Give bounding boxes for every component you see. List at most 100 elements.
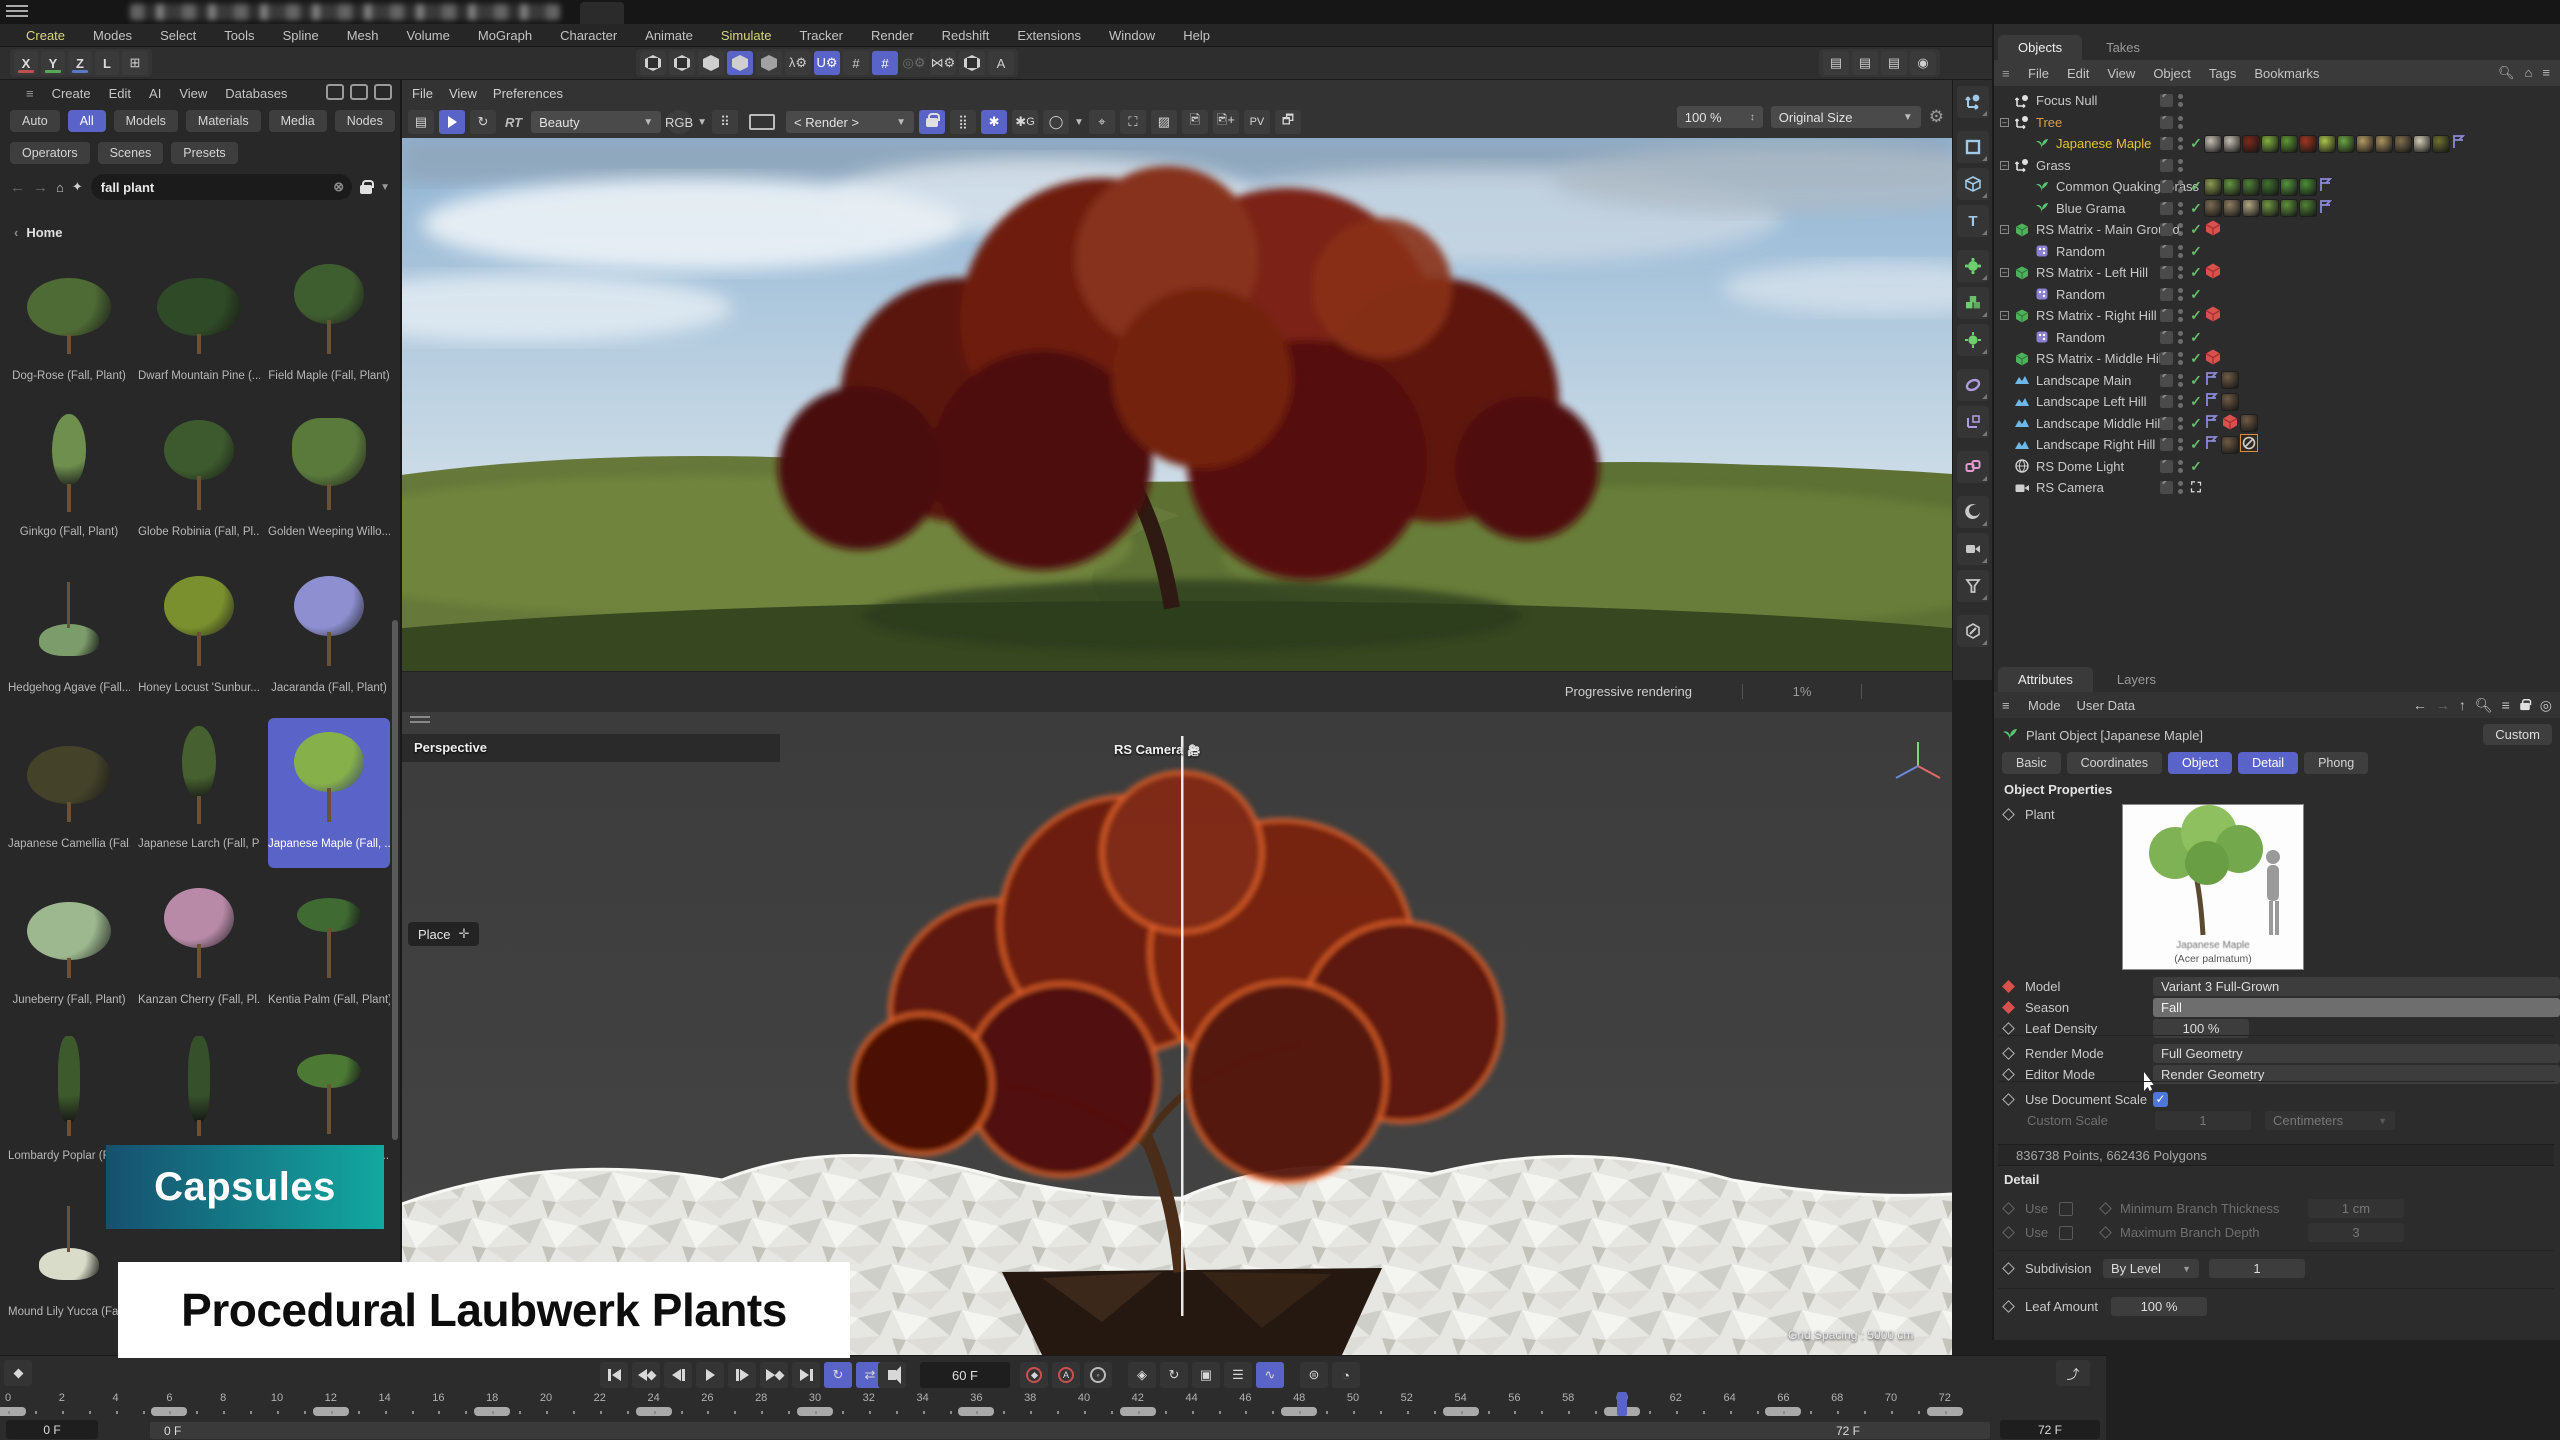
goto-start-icon[interactable] [600,1362,628,1388]
enabled-check-icon[interactable]: ✓ [2188,200,2204,217]
search-icon[interactable]: 🔍︎ [2498,65,2515,81]
object-row-landscape-middle-hill-15[interactable]: Landscape Middle Hill✓ [1994,413,2560,434]
asset-item-ginkgo-fall-plant[interactable]: Ginkgo (Fall, Plant) [8,406,130,556]
dither-grid-icon[interactable]: ⠿ [712,110,738,134]
attr-value-minimum-branch-thickness[interactable]: 1 cm [2308,1199,2404,1218]
pass-select[interactable]: Beauty▼ [531,111,661,133]
text-icon[interactable]: T [1957,205,1989,237]
attr-value-season[interactable]: Fall [2153,998,2560,1017]
section-header[interactable]: ‹Home [0,220,400,244]
edit-toggle-icon[interactable] [2160,352,2173,365]
object-row-random-11[interactable]: Random✓ [1994,327,2560,348]
plant-preview-thumbnail[interactable]: Japanese Maple (Acer palmatum) [2122,804,2304,970]
grid-snapshot-icon[interactable]: ⣿ [950,110,976,134]
menu-mograph[interactable]: MoGraph [478,28,532,43]
expand-toggle-icon[interactable]: – [2000,161,2009,170]
object-row-rs-camera-18[interactable]: RS Camera⛶ [1994,477,2560,498]
edit-toggle-icon[interactable] [2160,266,2173,279]
asset-item-japanese-larch-fall-pl[interactable]: Japanese Larch (Fall, Pl... [138,718,260,868]
visibility-dots[interactable] [2178,352,2183,365]
annotation-flag-icon[interactable] [2318,177,2334,196]
search-icon[interactable]: 🔍︎ [2475,697,2493,714]
mode-menu[interactable]: Mode [2028,698,2061,713]
expand-toggle-icon[interactable]: – [2000,311,2009,320]
circle-select-icon[interactable]: ◯ [1043,110,1069,134]
edit-toggle-icon[interactable] [2160,94,2173,107]
visibility-dots[interactable] [2178,331,2183,344]
timeline-key-marker[interactable] [0,1407,26,1416]
goto-end-icon[interactable] [792,1362,820,1388]
grid-lock-icon[interactable]: # [872,51,898,75]
expand-toggle-icon[interactable]: – [2000,268,2009,277]
menu-help[interactable]: Help [1183,28,1210,43]
loop-playback-icon[interactable]: ↻ [824,1362,852,1388]
menu-volume[interactable]: Volume [407,28,450,43]
annotation-flag-icon[interactable] [2204,392,2220,411]
edit-toggle-icon[interactable] [2160,331,2173,344]
menu-animate[interactable]: Animate [645,28,693,43]
material-sphere-icon[interactable]: ◉ [1910,51,1936,75]
object-row-common-quaking-grass-4[interactable]: Common Quaking Grass✓ [1994,176,2560,197]
material-tag[interactable] [2261,199,2279,217]
snowflake-g-icon[interactable]: ✱G [1012,110,1038,134]
next-key-icon[interactable] [760,1362,788,1388]
attr-value-render-mode[interactable]: Full Geometry [2153,1044,2560,1063]
object-row-grass-3[interactable]: –Grass [1994,155,2560,176]
filmstrip-icon[interactable]: ▤ [408,110,434,134]
picture-viewer-icon[interactable]: PV [1244,110,1270,134]
menu-tracker[interactable]: Tracker [799,28,843,43]
generator-gear-icon[interactable] [1957,324,1989,356]
menu-mesh[interactable]: Mesh [347,28,379,43]
enabled-check-icon[interactable]: ✓ [2188,415,2204,432]
viewport-splitter-handle[interactable] [410,716,430,724]
render-select[interactable]: < Render >▼ [786,111,914,133]
image-add-icon[interactable]: 🖻+ [1213,110,1239,134]
timeline-range-bar[interactable]: 0 F 72 F [150,1422,1990,1439]
menu-tools[interactable]: Tools [224,28,254,43]
object-row-random-9[interactable]: Random✓ [1994,284,2560,305]
deformer-axis-icon[interactable] [1957,406,1989,438]
back-icon[interactable]: ← [10,179,25,196]
filter-media[interactable]: Media [269,110,327,132]
key-pla-icon[interactable]: ∿ [1256,1362,1284,1388]
character-gear-icon[interactable]: λ⚙ [785,51,811,75]
render-menu-view[interactable]: View [449,86,477,101]
edit-toggle-icon[interactable] [2160,245,2173,258]
annotation-flag-icon[interactable] [2204,414,2220,433]
menu-simulate[interactable]: Simulate [721,28,772,43]
disabled-tag-icon[interactable] [2240,434,2258,455]
forward-icon[interactable]: → [33,179,48,196]
symmetry-gear-icon[interactable]: ⋈⚙ [930,51,956,75]
edit-toggle-icon[interactable] [2160,137,2173,150]
hamburger-icon[interactable]: ≡ [26,86,34,101]
visibility-dots[interactable] [2178,159,2183,172]
object-row-landscape-main-13[interactable]: Landscape Main✓ [1994,370,2560,391]
edit-toggle-icon[interactable] [2160,481,2173,494]
asset-scrollbar[interactable] [392,620,398,1140]
menu-render[interactable]: Render [871,28,914,43]
material-tag[interactable] [2394,135,2412,153]
timeline-mode-icon[interactable]: ⤴ [2056,1360,2090,1386]
asset-item-golden-weeping-willo[interactable]: Golden Weeping Willo... [268,406,390,556]
home-icon[interactable]: ⌂ [56,180,64,195]
channel-dropdown-icon[interactable]: ▼ [697,117,707,128]
menu-modes[interactable]: Modes [93,28,132,43]
mograph-icon[interactable] [1957,451,1989,483]
material-tag[interactable] [2299,199,2317,217]
magnet-gear-icon[interactable]: U⚙ [814,51,840,75]
visibility-dots[interactable] [2178,223,2183,236]
redshift-tag-icon[interactable] [2204,262,2222,283]
key-parameters-icon[interactable]: ☰ [1224,1362,1252,1388]
material-tag[interactable] [2432,135,2450,153]
asset-item-jacaranda-fall-plant[interactable]: Jacaranda (Fall, Plant) [268,562,390,712]
asset-menu-edit[interactable]: Edit [109,86,131,101]
material-tag[interactable] [2204,178,2222,196]
filter-nodes[interactable]: Nodes [335,110,395,132]
object-row-rs-dome-light-17[interactable]: RS Dome Light✓ [1994,456,2560,477]
edit-toggle-icon[interactable] [2160,417,2173,430]
axis-lock-z[interactable]: Z [68,51,92,75]
hexagon-icon[interactable] [959,51,985,75]
database-icon[interactable] [326,84,344,100]
visibility-dots[interactable] [2178,460,2183,473]
redshift-tag-icon[interactable] [2221,413,2239,434]
